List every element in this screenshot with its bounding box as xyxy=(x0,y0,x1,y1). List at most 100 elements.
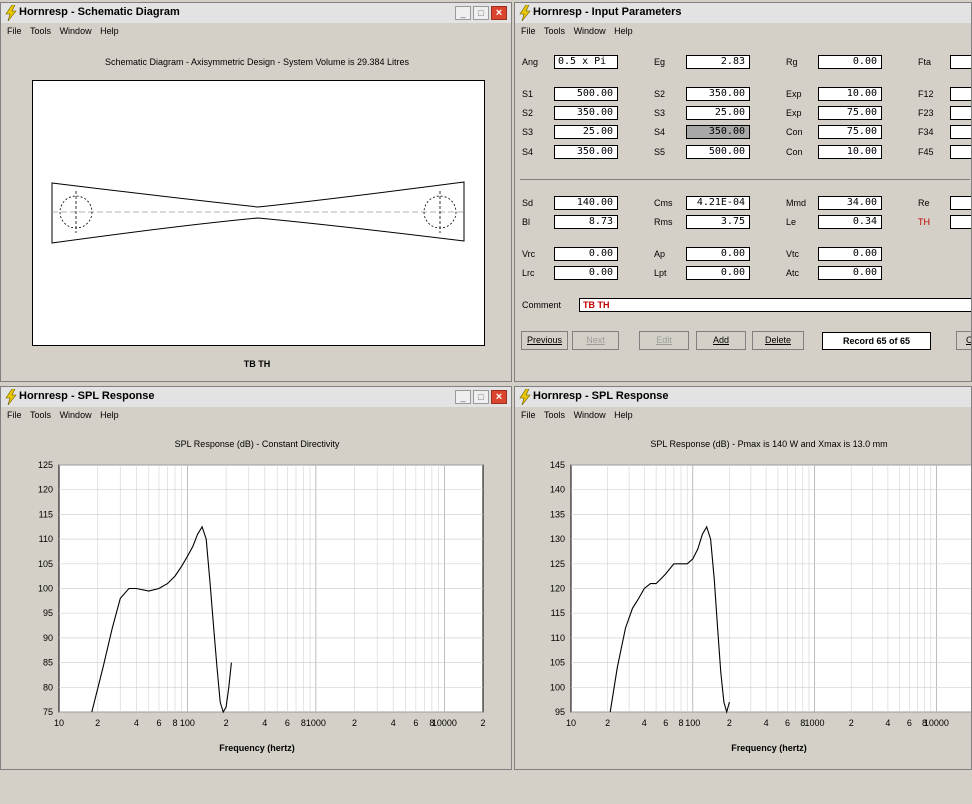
label-cms: Cms xyxy=(654,198,673,208)
schematic-heading: Schematic Diagram - Axisymmetric Design … xyxy=(104,57,410,67)
schematic-canvas xyxy=(32,80,485,346)
menu-file[interactable]: File xyxy=(7,26,22,36)
field-s4[interactable]: 350.00 xyxy=(686,125,750,139)
field-eg[interactable]: 2.83 xyxy=(686,55,750,69)
label-atc: Atc xyxy=(786,268,800,278)
field-rms[interactable]: 3.75 xyxy=(686,215,750,229)
menu-tools[interactable]: Tools xyxy=(30,26,51,36)
c-button[interactable]: C xyxy=(956,331,971,350)
field-ang[interactable]: 0.5 x Pi xyxy=(554,55,618,69)
field-s4b[interactable]: 350.00 xyxy=(554,145,618,159)
field-lpt[interactable]: 0.00 xyxy=(686,266,750,280)
x-tick-label: 6 xyxy=(907,718,912,728)
field-sd[interactable]: 140.00 xyxy=(554,196,618,210)
spl-window-right: Hornresp - SPL Response File Tools Windo… xyxy=(514,386,972,770)
field-ap[interactable]: 0.00 xyxy=(686,247,750,261)
window-title: Hornresp - Input Parameters xyxy=(533,6,682,18)
menu-tools[interactable]: Tools xyxy=(544,26,565,36)
field-th[interactable] xyxy=(950,215,971,229)
x-axis-label: Frequency (hertz) xyxy=(219,743,295,753)
x-tick-label: 6 xyxy=(785,718,790,728)
field-f45[interactable] xyxy=(950,145,971,159)
field-cms[interactable]: 4.21E-04 xyxy=(686,196,750,210)
field-mmd[interactable]: 34.00 xyxy=(818,196,882,210)
label-mmd: Mmd xyxy=(786,198,806,208)
field-vrc[interactable]: 0.00 xyxy=(554,247,618,261)
field-f12[interactable] xyxy=(950,87,971,101)
x-tick-label: 4 xyxy=(391,718,396,728)
x-tick-label: 10 xyxy=(54,718,64,728)
field-s3b[interactable]: 25.00 xyxy=(554,125,618,139)
menu-help[interactable]: Help xyxy=(100,26,119,36)
label-re: Re xyxy=(918,198,930,208)
field-con2[interactable]: 10.00 xyxy=(818,145,882,159)
menu-window[interactable]: Window xyxy=(574,26,606,36)
field-rg[interactable]: 0.00 xyxy=(818,55,882,69)
x-tick-label: 6 xyxy=(663,718,668,728)
menu-window[interactable]: Window xyxy=(60,26,92,36)
x-tick-label: 8 xyxy=(172,718,177,728)
y-tick-label: 120 xyxy=(550,584,565,594)
x-axis-label: Frequency (hertz) xyxy=(731,743,807,753)
maximize-button[interactable]: □ xyxy=(473,6,489,20)
field-con1[interactable]: 75.00 xyxy=(818,125,882,139)
label-s4: S4 xyxy=(654,127,666,137)
menu-file[interactable]: File xyxy=(521,26,536,36)
add-button[interactable]: Add xyxy=(696,331,746,350)
close-button[interactable]: × xyxy=(491,6,507,20)
params-titlebar[interactable]: Hornresp - Input Parameters xyxy=(515,3,971,23)
field-s5[interactable]: 500.00 xyxy=(686,145,750,159)
record-indicator: Record 65 of 65 xyxy=(822,332,931,350)
field-s3[interactable]: 25.00 xyxy=(686,106,750,120)
field-f23[interactable] xyxy=(950,106,971,120)
x-tick-label: 100 xyxy=(180,718,195,728)
y-tick-label: 145 xyxy=(550,460,565,470)
lightning-icon xyxy=(5,5,17,21)
x-tick-label: 100 xyxy=(685,718,700,728)
field-exp2[interactable]: 75.00 xyxy=(818,106,882,120)
field-s1[interactable]: 500.00 xyxy=(554,87,618,101)
schematic-caption: TB TH xyxy=(243,359,271,369)
x-tick-label: 4 xyxy=(262,718,267,728)
field-vtc[interactable]: 0.00 xyxy=(818,247,882,261)
field-le[interactable]: 0.34 xyxy=(818,215,882,229)
field-s2b[interactable]: 350.00 xyxy=(554,106,618,120)
schematic-titlebar[interactable]: Hornresp - Schematic Diagram _ □ × xyxy=(1,3,511,23)
label-lrc: Lrc xyxy=(522,268,535,278)
y-tick-label: 105 xyxy=(38,559,53,569)
label-lpt: Lpt xyxy=(654,268,667,278)
y-tick-label: 110 xyxy=(39,534,53,544)
field-lrc[interactable]: 0.00 xyxy=(554,266,618,280)
previous-button[interactable]: Previous xyxy=(521,331,568,350)
field-comment[interactable]: TB TH xyxy=(579,298,971,312)
field-re[interactable] xyxy=(950,196,971,210)
edit-button[interactable]: Edit xyxy=(639,331,689,350)
y-tick-label: 110 xyxy=(551,633,565,643)
window-title: Hornresp - Schematic Diagram xyxy=(19,6,180,18)
field-exp1[interactable]: 10.00 xyxy=(818,87,882,101)
label-exp1: Exp xyxy=(786,89,802,99)
x-tick-label: 6 xyxy=(156,718,161,728)
lightning-icon xyxy=(519,5,531,21)
label-s5: S5 xyxy=(654,147,666,157)
x-tick-label: 2 xyxy=(352,718,357,728)
y-tick-label: 135 xyxy=(550,509,565,519)
label-exp2: Exp xyxy=(786,108,802,118)
x-tick-label: 1000 xyxy=(306,718,326,728)
minimize-button[interactable]: _ xyxy=(455,6,471,20)
field-atc[interactable]: 0.00 xyxy=(818,266,882,280)
label-sd: Sd xyxy=(522,198,534,208)
label-s3: S3 xyxy=(654,108,666,118)
label-con2: Con xyxy=(786,147,803,157)
x-tick-label: 2 xyxy=(480,718,485,728)
next-button[interactable]: Next xyxy=(572,331,619,350)
menu-help[interactable]: Help xyxy=(614,26,633,36)
y-tick-label: 80 xyxy=(43,682,53,692)
field-f34[interactable] xyxy=(950,125,971,139)
field-bl[interactable]: 8.73 xyxy=(554,215,618,229)
y-tick-label: 90 xyxy=(43,633,53,643)
label-rg: Rg xyxy=(786,57,798,67)
field-s2[interactable]: 350.00 xyxy=(686,87,750,101)
delete-button[interactable]: Delete xyxy=(752,331,804,350)
field-fta[interactable] xyxy=(950,55,971,69)
